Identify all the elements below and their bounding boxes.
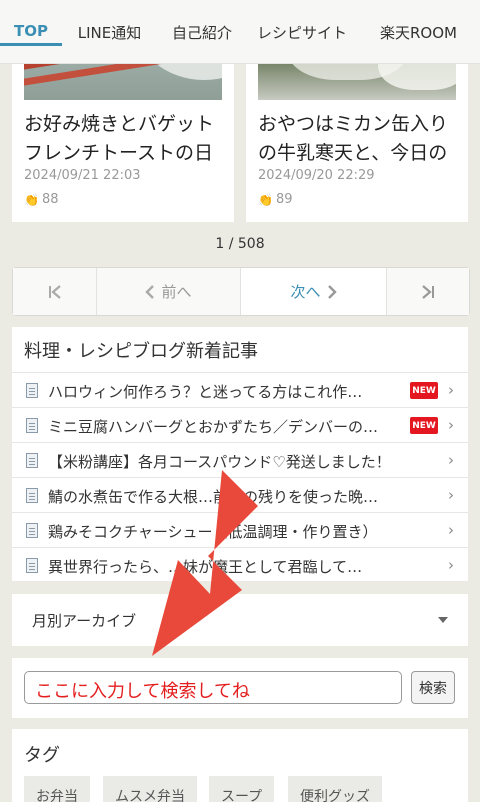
article-title[interactable]: おやつはミカン缶入りの牛乳寒天と、今日の [258,110,462,168]
article-title[interactable]: お好み焼きとバゲットフレンチトーストの日 [24,110,228,168]
list-item-text: ミニ豆腐ハンバーグとおかずたち／デンバーの… [48,418,379,436]
tags-panel: タグ お弁当 ムスメ弁当 スープ 便利グッズ [12,729,468,802]
list-item[interactable]: 鶏みそコクチャーシュー（低温調理・作り置き） › [12,512,468,547]
tab-profile[interactable]: 自己紹介 [157,0,247,64]
tab-top[interactable]: TOP [0,0,62,46]
search-button[interactable]: 検索 [411,671,455,704]
new-badge: NEW [410,417,438,434]
document-icon [26,453,38,468]
chevron-right-icon: › [448,486,454,504]
monthly-archive-select[interactable]: 月別アーカイブ [12,594,468,646]
pagination: 前へ 次へ [12,267,470,316]
list-item[interactable]: 異世界行ったら、…妹が魔王として君臨して… › [12,547,468,582]
caret-down-icon [438,617,448,623]
chevron-right-icon: › [448,416,454,434]
article-date: 2024/09/21 22:03 [24,168,141,183]
list-item[interactable]: 【米粉講座】各月コースパウンド♡発送しました！ › [12,442,468,477]
search-input[interactable]: ここに入力して検索してね [24,671,402,704]
prev-label: 前へ [161,283,192,301]
next-label: 次へ [290,283,321,301]
chevron-right-icon: › [448,556,454,574]
top-nav-overlay: TOP LINE通知 自己紹介 レシピサイト 楽天ROOM [0,0,480,64]
next-page-button[interactable]: 次へ [241,268,387,315]
list-item-text: ハロウィン何作ろう？と迷ってる方はこれ作… [48,383,363,401]
page-counter: 1 / 508 [215,236,265,252]
tag-chip[interactable]: ムスメ弁当 [103,776,197,802]
chevron-right-icon: › [448,451,454,469]
tag-chip[interactable]: スープ [209,776,275,802]
first-page-button[interactable] [13,268,97,315]
like-count: 89 [275,192,293,207]
article-likes: 👏 88 [24,192,59,207]
document-icon [26,523,38,538]
prev-page-button[interactable]: 前へ [97,268,241,315]
like-count: 88 [41,192,59,207]
last-page-icon [422,284,434,299]
tab-line-notify[interactable]: LINE通知 [62,0,157,64]
chevron-right-icon [327,284,337,299]
document-icon [26,558,38,573]
document-icon [26,383,38,398]
document-icon [26,418,38,433]
clap-icon: 👏 [258,192,273,207]
list-item[interactable]: 鯖の水煮缶で作る大根…前夜の残りを使った晩… › [12,477,468,512]
new-articles-panel: 料理・レシピブログ新着記事 ハロウィン何作ろう？と迷ってる方はこれ作… NEW … [12,327,468,581]
article-date: 2024/09/20 22:29 [258,168,375,183]
list-item[interactable]: ミニ豆腐ハンバーグとおかずたち／デンバーの… NEW › [12,407,468,442]
list-item-text: 鶏みそコクチャーシュー（低温調理・作り置き） [48,523,378,541]
list-item-text: 【米粉講座】各月コースパウンド♡発送しました！ [48,453,391,471]
archive-label: 月別アーカイブ [32,612,137,630]
tab-rakuten-room[interactable]: 楽天ROOM [357,0,480,64]
document-icon [26,488,38,503]
list-item-text: 鯖の水煮缶で作る大根…前夜の残りを使った晩… [48,488,379,506]
list-item[interactable]: ハロウィン何作ろう？と迷ってる方はこれ作… NEW › [12,372,468,407]
tags-heading: タグ [24,745,60,766]
article-likes: 👏 89 [258,192,293,207]
tag-chip[interactable]: 便利グッズ [288,776,382,802]
clap-icon: 👏 [24,192,39,207]
list-item-text: 異世界行ったら、…妹が魔王として君臨して… [48,558,363,576]
new-badge: NEW [410,382,438,399]
search-panel: ここに入力して検索してね 検索 [12,658,468,718]
chevron-right-icon: › [448,521,454,539]
tag-chip[interactable]: お弁当 [24,776,90,802]
last-page-button[interactable] [387,268,469,315]
first-page-icon [48,284,61,299]
chevron-right-icon: › [448,381,454,399]
tab-recipe-site[interactable]: レシピサイト [247,0,357,64]
new-articles-heading: 料理・レシピブログ新着記事 [24,341,258,362]
new-articles-list: ハロウィン何作ろう？と迷ってる方はこれ作… NEW › ミニ豆腐ハンバーグとおか… [12,372,468,582]
chevron-left-icon [145,284,155,299]
